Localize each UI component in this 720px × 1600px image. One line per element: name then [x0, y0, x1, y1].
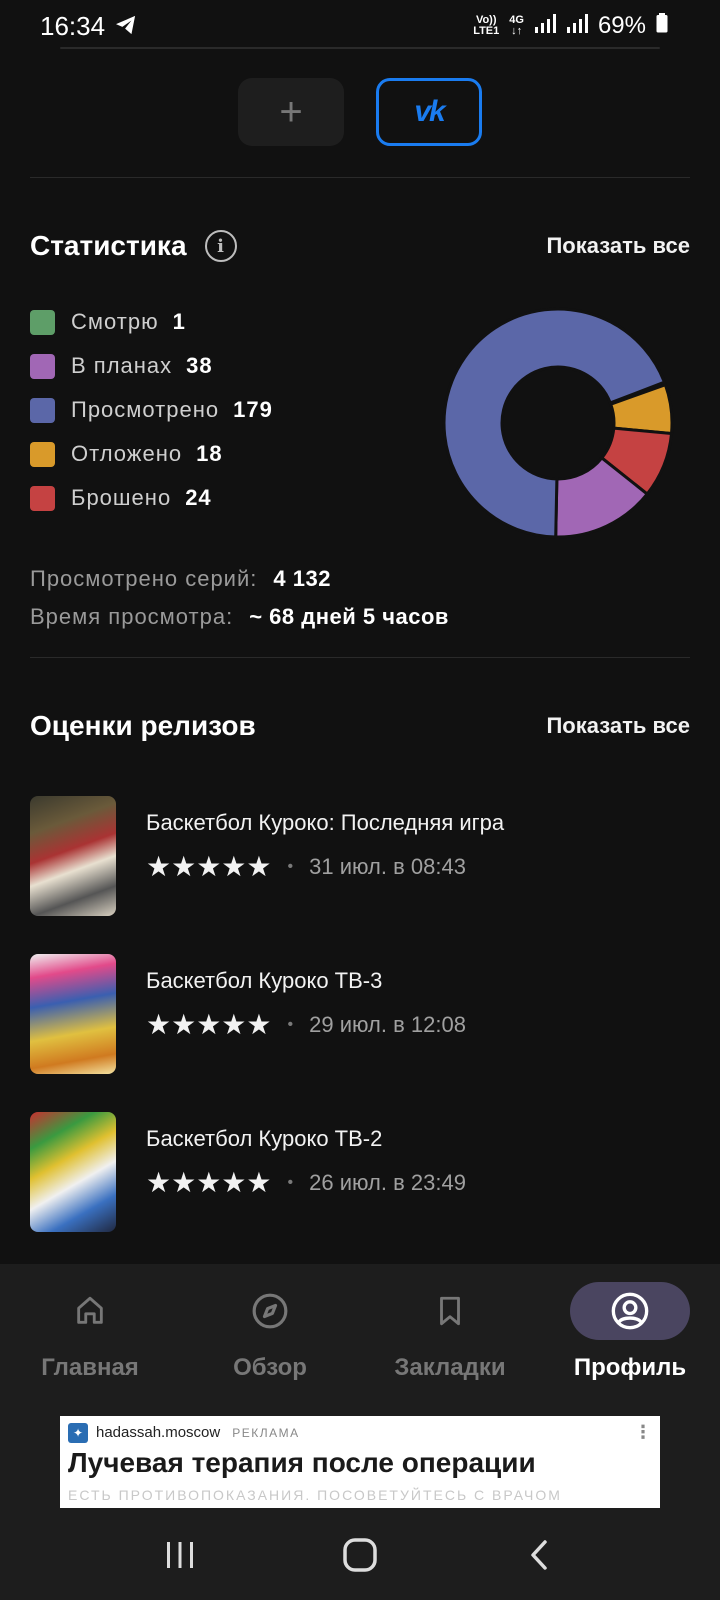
system-navigation-bar [0, 1520, 720, 1590]
rating-date: 29 июл. в 12:08 [309, 1011, 466, 1037]
home-icon [77, 1296, 103, 1324]
battery-percent: 69% [597, 12, 646, 39]
legend-count: 18 [196, 441, 223, 466]
battery-icon [656, 12, 668, 40]
ratings-list: Баскетбол Куроко: Последняя игра ★★★★★ •… [30, 796, 690, 1270]
legend-label: Брошено [71, 485, 172, 510]
profile-icon [611, 1292, 649, 1330]
status-time: 16:34 [40, 10, 106, 41]
statistics-totals: Просмотрено серий: 4 132 Время просмотра… [30, 560, 449, 636]
back-icon[interactable] [523, 1538, 557, 1572]
separator-dot: • [287, 1173, 294, 1191]
vk-icon: vk [414, 95, 445, 128]
legend-item: Отложено 18 [30, 432, 273, 476]
legend-count: 179 [233, 397, 273, 422]
legend-swatch [30, 353, 55, 379]
legend-item: Смотрю 1 [30, 300, 273, 344]
legend-count: 1 [172, 309, 186, 334]
telegram-icon [115, 11, 137, 42]
top-divider [60, 47, 660, 49]
legend-count: 38 [186, 353, 213, 378]
bookmark-icon [440, 1296, 460, 1326]
rating-date: 26 июл. в 23:49 [309, 1169, 466, 1195]
volte-indicator: Vo)) LTE1 [473, 14, 500, 37]
separator-dot: • [287, 1015, 294, 1033]
poster-image [30, 954, 116, 1074]
ratings-header: Оценки релизов Показать все [30, 706, 690, 746]
nav-item-home[interactable]: Главная [0, 1282, 180, 1382]
episodes-value: 4 132 [273, 566, 331, 591]
statistics-legend: Смотрю 1 В планах 38 Просмотрено 179 Отл… [30, 300, 273, 520]
legend-item: Просмотрено 179 [30, 388, 273, 432]
nav-item-bookmarks[interactable]: Закладки [360, 1282, 540, 1382]
recent-apps-icon[interactable] [163, 1538, 197, 1572]
vk-button[interactable]: vk [376, 78, 482, 146]
star-rating: ★★★★★ [146, 1009, 272, 1040]
section-divider [30, 657, 690, 658]
ad-tag: РЕКЛАМА [232, 1425, 300, 1440]
watch-time-value: ~ 68 дней 5 часов [249, 604, 449, 629]
ad-disclaimer: ЕСТЬ ПРОТИВОПОКАЗАНИЯ. ПОСОВЕТУЙТЕСЬ С В… [68, 1487, 562, 1503]
list-item[interactable]: Баскетбол Куроко ТВ-2 ★★★★★ • 26 июл. в … [30, 1112, 690, 1232]
section-divider [30, 177, 690, 178]
legend-label: Отложено [71, 441, 183, 466]
legend-item: В планах 38 [30, 344, 273, 388]
legend-label: Смотрю [71, 309, 159, 334]
nav-item-explore[interactable]: Обзор [180, 1282, 360, 1382]
signal-icon [534, 12, 556, 40]
ad-domain: hadassah.moscow [96, 1424, 221, 1441]
nav-label: Закладки [394, 1354, 506, 1381]
separator-dot: • [287, 857, 294, 875]
episodes-label: Просмотрено серий: [30, 566, 258, 591]
home-button-icon[interactable] [342, 1537, 378, 1573]
star-rating: ★★★★★ [146, 851, 272, 882]
release-title: Баскетбол Куроко ТВ-3 [146, 968, 383, 993]
signal-icon-2 [566, 12, 588, 40]
legend-count: 24 [185, 485, 212, 510]
star-rating: ★★★★★ [146, 1167, 272, 1198]
info-icon[interactable]: i [204, 230, 237, 262]
legend-swatch [30, 309, 55, 335]
legend-swatch [30, 485, 55, 511]
ratings-title: Оценки релизов [30, 710, 256, 741]
nav-label: Главная [41, 1354, 139, 1381]
ad-headline: Лучевая терапия после операции [68, 1447, 536, 1478]
add-social-button[interactable]: + [238, 78, 344, 146]
statistics-title: Статистика [30, 230, 187, 261]
release-title: Баскетбол Куроко ТВ-2 [146, 1126, 383, 1151]
statistics-donut-chart [442, 307, 674, 539]
list-item[interactable]: Баскетбол Куроко: Последняя игра ★★★★★ •… [30, 796, 690, 916]
poster-image [30, 796, 116, 916]
compass-icon [252, 1293, 288, 1329]
list-item[interactable]: Баскетбол Куроко ТВ-3 ★★★★★ • 29 июл. в … [30, 954, 690, 1074]
legend-label: В планах [71, 353, 173, 378]
rating-date: 31 июл. в 08:43 [309, 853, 466, 879]
statistics-show-all-button[interactable]: Показать все [546, 233, 690, 259]
nav-item-profile[interactable]: Профиль [540, 1282, 720, 1382]
legend-swatch [30, 397, 55, 423]
release-title: Баскетбол Куроко: Последняя игра [146, 810, 505, 835]
status-bar: 16:34 Vo)) LTE1 4G ↓↑ 69% [0, 0, 720, 52]
network-indicator: 4G ↓↑ [509, 14, 524, 37]
nav-label: Обзор [233, 1354, 307, 1381]
watch-time-label: Время просмотра: [30, 604, 234, 629]
advertiser-logo-icon: ✦ [68, 1422, 88, 1443]
more-options-icon[interactable]: ⋮ [634, 1422, 652, 1443]
legend-swatch [30, 441, 55, 467]
poster-image [30, 1112, 116, 1232]
nav-label: Профиль [573, 1354, 687, 1381]
legend-label: Просмотрено [71, 397, 220, 422]
statistics-header: Статистика i Показать все [30, 226, 690, 266]
ad-banner[interactable]: ✦ hadassah.moscow РЕКЛАМА ⋮ Лучевая тера… [60, 1416, 660, 1508]
ratings-show-all-button[interactable]: Показать все [546, 713, 690, 739]
social-links: + vk [0, 78, 720, 146]
legend-item: Брошено 24 [30, 476, 273, 520]
bottom-navigation: Главная Обзор Закладки Профиль [0, 1282, 720, 1382]
